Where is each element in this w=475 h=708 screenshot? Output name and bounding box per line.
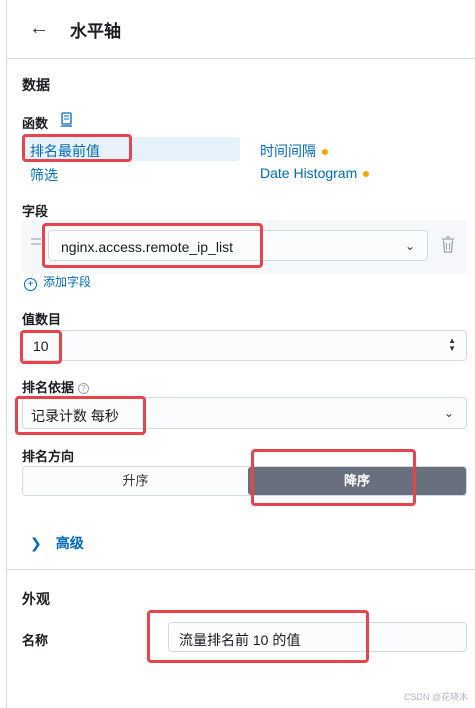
function-option-filters[interactable]: 筛选 [30,165,58,185]
direction-toggle: 升序 降序 [22,466,467,496]
function-option-intervals[interactable]: 时间间隔 [260,141,328,161]
function-label: 函数 [22,116,49,131]
documentation-icon[interactable] [60,112,73,127]
arrow-left-icon[interactable]: ← [29,16,49,40]
direction-label: 排名方向 [22,449,75,464]
count-value: 10 [33,338,49,354]
function-option-date-histogram[interactable]: Date Histogram [260,165,370,181]
add-field-label: 添加字段 [43,275,92,289]
trash-icon[interactable] [439,235,457,255]
field-label: 字段 [22,204,49,219]
drag-handle-icon[interactable] [31,238,41,252]
count-input[interactable]: 10 ▲ ▼ [22,330,467,361]
chevron-down-icon: ⌄ [443,406,454,420]
rank-by-label-text: 排名依据 [22,380,75,395]
rank-by-value: 记录计数 每秒 [31,408,119,424]
name-value: 流量排名前 10 的值 [179,632,301,648]
function-option-date-histogram-label: Date Histogram [260,165,358,181]
status-dot [363,171,370,178]
count-label: 值数目 [22,312,62,327]
page-title: 水平轴 [70,22,121,41]
status-dot [322,149,328,156]
data-section-title: 数据 [22,77,50,93]
appearance-title: 外观 [22,591,50,607]
field-select[interactable]: nginx.access.remote_ip_list ⌄ [48,230,428,261]
add-field-button[interactable]: + 添加字段 [24,273,91,291]
field-select-value: nginx.access.remote_ip_list [61,239,233,255]
panel-header: ← 水平轴 [7,0,475,59]
rank-by-label: 排名依据? [22,377,90,396]
chevron-right-icon: ❯ [30,535,42,551]
direction-descending-button[interactable]: 降序 [248,467,466,495]
advanced-label: 高级 [55,535,84,551]
function-option-top-values[interactable]: 排名最前值 [30,141,100,161]
plus-icon: + [24,278,37,291]
chevron-down-icon: ⌄ [404,239,415,253]
advanced-toggle[interactable]: ❯ 高级 [30,533,84,553]
function-option-intervals-label: 时间间隔 [260,143,316,159]
watermark: CSDN @花晓木 [404,692,469,702]
name-input[interactable]: 流量排名前 10 的值 [168,622,467,652]
name-label: 名称 [22,633,49,648]
stepper-icon[interactable]: ▲ ▼ [448,337,456,353]
help-icon[interactable]: ? [78,383,90,394]
rank-by-select[interactable]: 记录计数 每秒 ⌄ [22,397,467,429]
direction-ascending-button[interactable]: 升序 [23,467,248,495]
